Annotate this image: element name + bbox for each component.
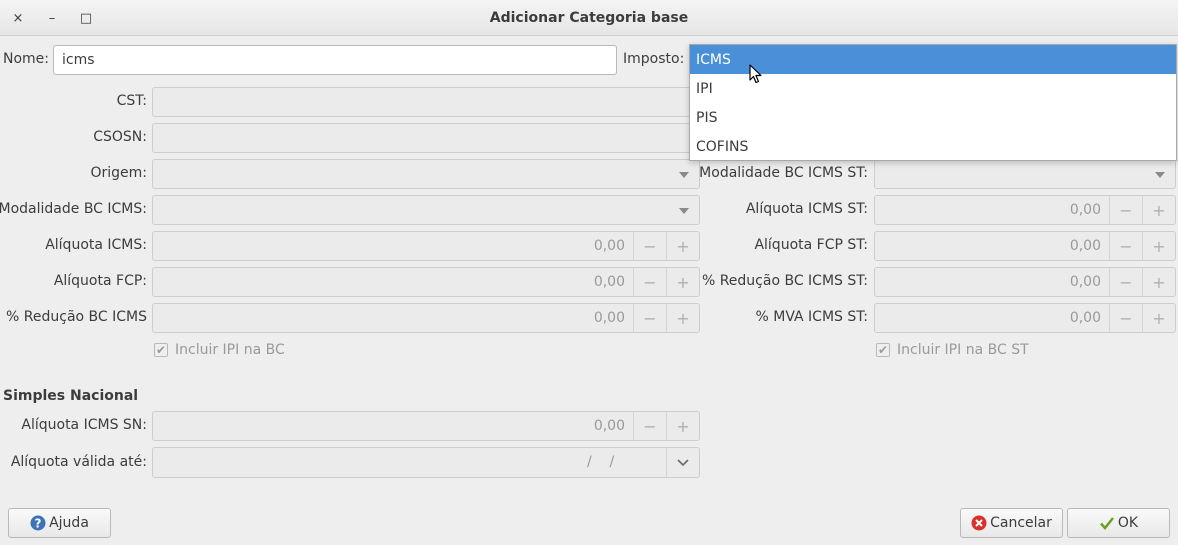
modalidade-bc-icms-st-combo[interactable]: [874, 159, 1176, 189]
cst-combo[interactable]: [152, 87, 700, 117]
incluir-ipi-bc-checkbox[interactable]: ✔ Incluir IPI na BC: [154, 342, 285, 358]
incluir-ipi-bc-label: Incluir IPI na BC: [175, 342, 285, 358]
decrement-button[interactable]: −: [633, 268, 666, 296]
aliquota-fcp-label: Alíquota FCP:: [53, 273, 147, 289]
decrement-button[interactable]: −: [633, 412, 666, 440]
decrement-button[interactable]: −: [633, 304, 666, 332]
check-icon: [1099, 515, 1115, 531]
decrement-button[interactable]: −: [1109, 268, 1142, 296]
title-bar: × – □ Adicionar Categoria base: [0, 0, 1178, 36]
reducao-bc-icms-st-value: 0,00: [1069, 274, 1101, 290]
nome-value: icms: [62, 52, 95, 68]
aliquota-fcp-st-label: Alíquota FCP ST:: [754, 237, 868, 253]
ajuda-button[interactable]: ? Ajuda: [8, 508, 111, 538]
window-title: Adicionar Categoria base: [489, 10, 689, 26]
aliquota-fcp-spinbox[interactable]: 0,00 − +: [152, 267, 700, 297]
increment-button[interactable]: +: [1142, 304, 1175, 332]
decrement-button[interactable]: −: [1109, 196, 1142, 224]
checkmark-icon: ✔: [154, 343, 168, 357]
aliquota-icms-st-label: Alíquota ICMS ST:: [745, 201, 868, 217]
reducao-bc-icms-st-spinbox[interactable]: 0,00 − +: [874, 267, 1176, 297]
increment-button[interactable]: +: [1142, 268, 1175, 296]
reducao-bc-icms-label: % Redução BC ICMS: [6, 309, 147, 325]
increment-button[interactable]: +: [1142, 196, 1175, 224]
modalidade-bc-icms-label: Modalidade BC ICMS:: [0, 201, 147, 217]
incluir-ipi-bc-st-checkbox[interactable]: ✔ Incluir IPI na BC ST: [876, 342, 1029, 358]
cancel-icon: [971, 515, 987, 531]
chevron-down-icon: [679, 172, 689, 178]
chevron-down-icon: [1155, 172, 1165, 178]
checkmark-icon: ✔: [876, 343, 890, 357]
aliquota-icms-sn-spinbox[interactable]: 0,00 − +: [152, 411, 700, 441]
chevron-down-icon: [679, 208, 689, 214]
modalidade-bc-icms-st-label: Modalidade BC ICMS ST:: [699, 165, 868, 181]
help-icon: ?: [30, 515, 46, 531]
svg-text:?: ?: [35, 517, 42, 531]
origem-combo[interactable]: [152, 159, 700, 189]
aliquota-icms-label: Alíquota ICMS:: [45, 237, 147, 253]
increment-button[interactable]: +: [666, 232, 699, 260]
aliquota-valida-value: / /: [587, 454, 615, 470]
simples-nacional-heading: Simples Nacional: [3, 388, 139, 404]
nome-input[interactable]: icms: [53, 45, 617, 75]
decrement-button[interactable]: −: [633, 232, 666, 260]
increment-button[interactable]: +: [666, 304, 699, 332]
reducao-bc-icms-value: 0,00: [593, 310, 625, 326]
reducao-bc-icms-st-label: % Redução BC ICMS ST:: [701, 273, 868, 289]
ajuda-label: Ajuda: [49, 515, 89, 531]
chevron-down-icon: [677, 458, 689, 466]
nome-label: Nome:: [3, 51, 50, 67]
aliquota-fcp-st-spinbox[interactable]: 0,00 − +: [874, 231, 1176, 261]
imposto-option-pis[interactable]: PIS: [690, 103, 1176, 132]
cst-label: CST:: [116, 93, 147, 109]
date-dropdown-button[interactable]: [666, 448, 699, 477]
cancelar-button[interactable]: Cancelar: [960, 508, 1063, 538]
aliquota-icms-st-value: 0,00: [1069, 202, 1101, 218]
mva-icms-st-label: % MVA ICMS ST:: [755, 309, 868, 325]
decrement-button[interactable]: −: [1109, 304, 1142, 332]
aliquota-valida-date-field[interactable]: / /: [152, 447, 700, 478]
ok-button[interactable]: OK: [1067, 508, 1170, 538]
aliquota-icms-st-spinbox[interactable]: 0,00 − +: [874, 195, 1176, 225]
imposto-label: Imposto:: [623, 51, 685, 67]
imposto-dropdown-list[interactable]: ICMS IPI PIS COFINS: [689, 44, 1177, 161]
incluir-ipi-bc-st-label: Incluir IPI na BC ST: [897, 342, 1029, 358]
aliquota-valida-label: Alíquota válida até:: [10, 454, 147, 470]
mouse-cursor-icon: [749, 64, 762, 84]
csosn-label: CSOSN:: [93, 129, 147, 145]
origem-label: Origem:: [90, 165, 147, 181]
increment-button[interactable]: +: [666, 412, 699, 440]
mva-icms-st-value: 0,00: [1069, 310, 1101, 326]
ok-label: OK: [1117, 515, 1139, 531]
decrement-button[interactable]: −: [1109, 232, 1142, 260]
aliquota-icms-sn-value: 0,00: [593, 418, 625, 434]
aliquota-icms-spinbox[interactable]: 0,00 − +: [152, 231, 700, 261]
aliquota-icms-value: 0,00: [593, 238, 625, 254]
reducao-bc-icms-spinbox[interactable]: 0,00 − +: [152, 303, 700, 333]
increment-button[interactable]: +: [1142, 232, 1175, 260]
aliquota-fcp-st-value: 0,00: [1069, 238, 1101, 254]
aliquota-icms-sn-label: Alíquota ICMS SN:: [21, 417, 147, 433]
mva-icms-st-spinbox[interactable]: 0,00 − +: [874, 303, 1176, 333]
cancelar-label: Cancelar: [990, 515, 1052, 531]
increment-button[interactable]: +: [666, 268, 699, 296]
aliquota-fcp-value: 0,00: [593, 274, 625, 290]
imposto-option-cofins[interactable]: COFINS: [690, 132, 1176, 161]
modalidade-bc-icms-combo[interactable]: [152, 195, 700, 225]
csosn-combo[interactable]: [152, 123, 700, 153]
